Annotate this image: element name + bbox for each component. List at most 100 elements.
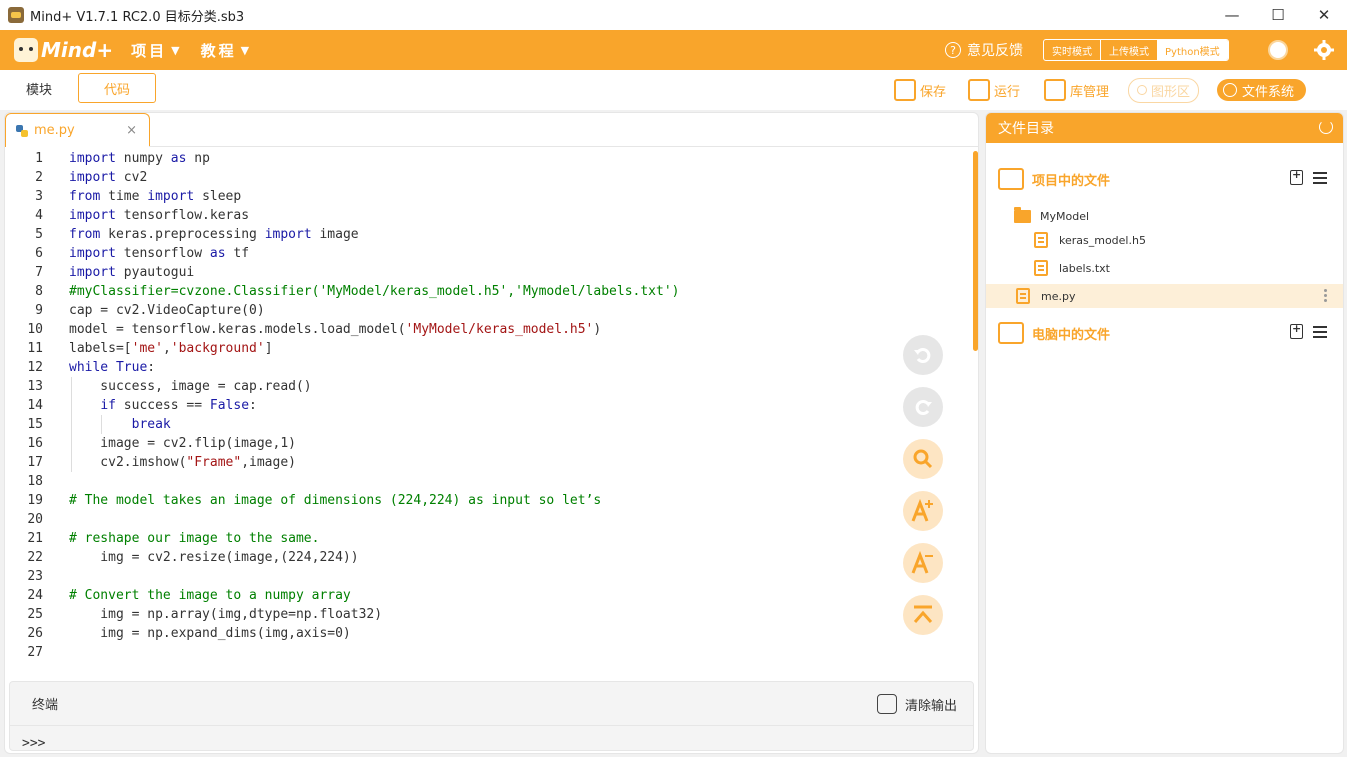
title-bar: Mind+ V1.7.1 RC2.0 目标分类.sb3 — ☐ ✕ [0, 0, 1347, 30]
broom-icon [876, 694, 897, 714]
graphic-button[interactable]: 图形区 [1128, 77, 1200, 103]
code-text: while True: [69, 360, 156, 375]
line-number: 25 [27, 607, 43, 622]
save-button[interactable]: 保存 [894, 78, 946, 102]
zoom-in-button[interactable] [903, 491, 943, 531]
search-icon [913, 449, 933, 469]
filesystem-label: 文件系统 [1242, 84, 1295, 100]
tree-item-label: MyModel [1040, 209, 1090, 223]
chevron-down-icon: ▼ [171, 43, 183, 57]
line-number: 5 [35, 227, 43, 242]
menu-tutorial[interactable]: 教程 ▼ [201, 40, 252, 61]
tree-folder-mymodel[interactable]: MyModel [986, 204, 1343, 228]
file-directory-header: 文件目录 [986, 113, 1343, 143]
gear-icon[interactable] [1314, 40, 1334, 60]
code-text: break [131, 417, 171, 432]
code-text: import cv2 [69, 170, 148, 185]
folder-list-icon [998, 168, 1024, 190]
line-number: 4 [35, 208, 43, 223]
feedback-label: 意见反馈 [967, 43, 1023, 59]
feedback-button[interactable]: ? 意见反馈 [945, 30, 1023, 70]
undo-button[interactable] [903, 335, 943, 375]
code-text: import tensorflow.keras [69, 208, 250, 223]
computer-files-label: 电脑中的文件 [1032, 327, 1111, 343]
tab-blocks[interactable]: 模块 [0, 73, 78, 103]
editor-scrollbar[interactable] [973, 151, 978, 351]
avatar[interactable] [1268, 40, 1288, 60]
maximize-button[interactable]: ☐ [1255, 0, 1301, 30]
code-text: # The model takes an image of dimensions… [69, 493, 602, 508]
indent-guide [101, 415, 102, 434]
refresh-icon[interactable] [1319, 120, 1333, 134]
redo-button[interactable] [903, 387, 943, 427]
project-files-section[interactable]: 项目中的文件 [986, 165, 1343, 193]
project-files-label: 项目中的文件 [1032, 173, 1111, 189]
app-logo-icon [8, 7, 24, 23]
graphic-icon [1137, 85, 1147, 95]
line-number: 11 [27, 341, 43, 356]
line-number: 27 [27, 645, 43, 660]
line-number: 13 [27, 379, 43, 394]
menu-icon[interactable] [1313, 171, 1327, 184]
computer-files-section[interactable]: 电脑中的文件 [986, 319, 1343, 347]
file-tab-label: me.py [34, 123, 75, 138]
file-directory-title: 文件目录 [998, 121, 1054, 137]
tree-file-me-py[interactable]: me.py [986, 284, 1343, 308]
menu-project-label: 项目 [131, 41, 168, 60]
code-text: img = np.array(img,dtype=np.float32) [69, 607, 383, 622]
question-icon: ? [945, 42, 961, 58]
code-text: model = tensorflow.keras.models.load_mod… [69, 322, 602, 337]
code-text: import numpy as np [69, 151, 210, 166]
library-icon [1044, 79, 1066, 101]
mode-realtime[interactable]: 实时模式 [1044, 40, 1100, 60]
code-text: # Convert the image to a numpy array [69, 588, 351, 603]
line-number: 18 [27, 474, 43, 489]
add-file-icon[interactable] [1290, 168, 1303, 185]
add-file-icon[interactable] [1290, 322, 1303, 339]
library-button[interactable]: 库管理 [1044, 78, 1109, 102]
run-button[interactable]: 运行 [968, 78, 1020, 102]
mode-switch: 实时模式 上传模式 Python模式 [1043, 39, 1229, 61]
redo-icon [915, 400, 932, 415]
tree-file-labels[interactable]: labels.txt [986, 256, 1343, 280]
scroll-top-button[interactable] [903, 595, 943, 635]
tree-file-keras-model[interactable]: keras_model.h5 [986, 228, 1343, 252]
editor-file-tab[interactable]: me.py × [5, 113, 150, 147]
tree-item-label: me.py [1041, 289, 1076, 303]
line-number: 24 [27, 588, 43, 603]
line-number: 23 [27, 569, 43, 584]
menu-icon[interactable] [1313, 325, 1327, 338]
file-icon [1034, 232, 1048, 248]
line-number: 14 [27, 398, 43, 413]
line-number: 10 [27, 322, 43, 337]
code-editor[interactable]: 1 import numpy as np 2 import cv2 3 from time… [5, 149, 970, 664]
file-icon [1034, 260, 1048, 276]
line-number: 15 [27, 417, 43, 432]
tree-item-label: keras_model.h5 [1059, 233, 1146, 247]
filesystem-button[interactable]: 文件系统 [1217, 79, 1307, 101]
line-number: 20 [27, 512, 43, 527]
minimize-button[interactable]: — [1209, 0, 1255, 30]
code-text: from keras.preprocessing import image [69, 227, 359, 242]
code-text: #myClassifier=cvzone.Classifier('MyModel… [69, 284, 680, 299]
folder-icon [1014, 206, 1031, 223]
close-window-button[interactable]: ✕ [1301, 0, 1347, 30]
code-text: img = cv2.resize(image,(224,224)) [69, 550, 359, 565]
menu-project[interactable]: 项目 ▼ [131, 40, 182, 61]
mode-python[interactable]: Python模式 [1157, 40, 1228, 60]
more-options-icon[interactable] [1324, 289, 1327, 303]
close-icon[interactable]: × [126, 123, 137, 138]
mode-upload[interactable]: 上传模式 [1100, 40, 1157, 60]
editor-panel: me.py × 1 import numpy as np 2 import cv2 3 f… [4, 112, 979, 754]
line-number: 17 [27, 455, 43, 470]
search-button[interactable] [903, 439, 943, 479]
clear-output-button[interactable]: 清除输出 [876, 694, 957, 714]
line-number: 8 [35, 284, 43, 299]
code-text: image = cv2.flip(image,1) [69, 436, 296, 451]
zoom-out-button[interactable] [903, 543, 943, 583]
chevron-down-icon: ▼ [240, 43, 253, 57]
arrow-up-to-top-icon [913, 605, 933, 623]
terminal-prompt[interactable]: >>> [22, 736, 45, 751]
terminal-title: 终端 [32, 698, 59, 713]
tab-code[interactable]: 代码 [78, 73, 156, 103]
